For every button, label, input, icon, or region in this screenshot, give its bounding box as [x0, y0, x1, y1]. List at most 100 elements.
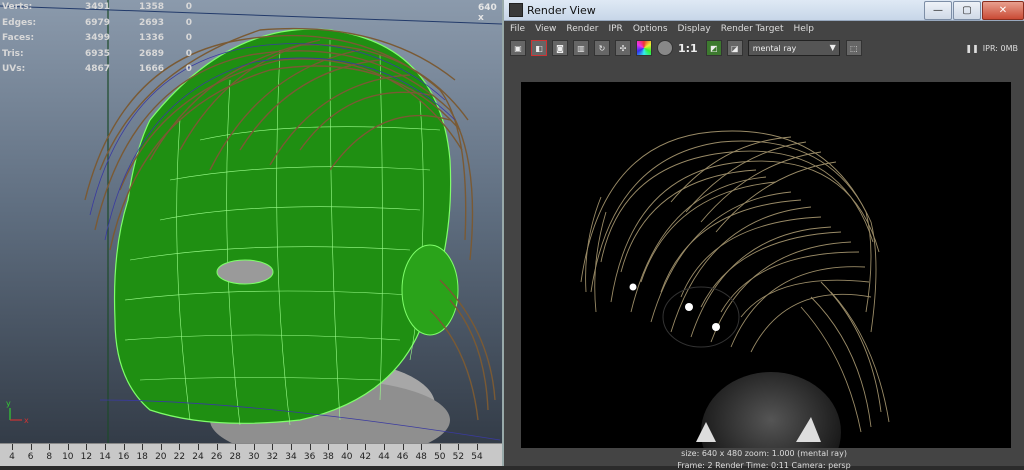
refresh-icon[interactable]: ↻: [594, 40, 610, 56]
time-slider-ticks: 4 6 8 10 12 14 16 18 20 22 24 26 28 30 32 34 36 38 40 42 44 4…: [0, 444, 502, 466]
time-slider-tick: [12, 444, 13, 450]
redo-render-icon[interactable]: ▣: [510, 40, 526, 56]
stat-row-verts: Verts: 3491 1358 0: [2, 0, 192, 16]
stat-value: 0: [185, 33, 192, 43]
stat-value: 1666: [138, 64, 164, 74]
stat-row-tris: Tris: 6935 2689 0: [2, 47, 192, 63]
modeling-viewport[interactable]: y x Verts: 3491 1358 0 Edges: 6979 2693 …: [0, 0, 504, 466]
time-slider-tick-label: 28: [229, 452, 241, 462]
ipr-memory: ❚❚ IPR: 0MB: [965, 44, 1018, 53]
time-slider-tick: [49, 444, 51, 450]
time-slider-tick-label: 20: [155, 452, 167, 462]
time-slider-tick-label: 12: [80, 452, 93, 462]
menu-view[interactable]: View: [535, 24, 556, 34]
time-slider-tick-label: 8: [46, 452, 53, 462]
alpha-channel-icon[interactable]: [657, 40, 673, 56]
time-slider-tick: [309, 444, 311, 450]
menu-options[interactable]: Options: [633, 24, 668, 34]
render-canvas-area[interactable]: size: 640 x 480 zoom: 1.000 (mental ray)…: [504, 59, 1024, 470]
pause-icon[interactable]: ❚❚: [965, 44, 978, 53]
stat-value: 0: [185, 2, 192, 12]
menu-bar: File View Render IPR Options Display Ren…: [504, 21, 1024, 37]
stat-value: 4867: [84, 64, 110, 74]
time-slider-tick-label: 30: [248, 452, 260, 462]
menu-render[interactable]: Render: [566, 24, 598, 34]
time-slider-tick: [105, 444, 106, 450]
time-slider-tick-label: 14: [99, 452, 111, 462]
stat-value: 0: [185, 64, 192, 74]
head-mesh: [113, 28, 452, 424]
ipr-render-icon[interactable]: ▥: [573, 40, 589, 56]
time-slider-tick-label: 38: [322, 452, 334, 462]
stat-value: 0: [185, 17, 192, 28]
time-slider[interactable]: 4 6 8 10 12 14 16 18 20 22 24 26 28 30 32 34 36 38 40 42 44 4…: [0, 443, 502, 466]
close-button[interactable]: ✕: [982, 1, 1024, 20]
time-slider-tick: [235, 444, 237, 450]
render-toolbar: ▣ ◧ ◙ ▥ ↻ ✣ 1:1 ◩ ◪ mental ray ▼ ⬚ ❚❚ IP…: [504, 37, 1024, 60]
window-controls: — ▢ ✕: [923, 1, 1024, 20]
menu-file[interactable]: File: [510, 24, 525, 34]
render-queue-icon[interactable]: ⬚: [845, 40, 862, 56]
render-region-icon[interactable]: ◧: [531, 40, 547, 56]
time-slider-tick: [67, 444, 69, 450]
rendered-image: [521, 82, 1011, 448]
render-info-line: size: 640 x 480 zoom: 1.000 (mental ray): [681, 449, 847, 458]
rendered-face-outline: [662, 286, 740, 348]
time-slider-tick-label: 50: [434, 452, 446, 462]
chevron-down-icon: ▼: [829, 43, 836, 52]
stat-label: Faces:: [2, 33, 35, 43]
time-slider-tick: [421, 444, 423, 450]
time-slider-tick-label: 26: [210, 452, 223, 462]
snapshot-icon[interactable]: ◙: [552, 40, 568, 56]
stat-value: 6935: [84, 48, 110, 59]
time-slider-tick: [30, 444, 32, 450]
rgb-channels-icon[interactable]: [636, 40, 652, 56]
render-settings-icon[interactable]: ✣: [615, 40, 631, 56]
time-slider-tick: [402, 444, 404, 450]
time-slider-tick-label: 36: [303, 452, 316, 462]
rendered-image-art: [580, 130, 890, 448]
time-slider-tick-label: 52: [452, 452, 465, 462]
time-slider-tick: [253, 444, 255, 450]
time-slider-tick: [458, 444, 460, 450]
eye-socket: [216, 259, 274, 285]
time-slider-tick-label: 46: [396, 452, 409, 462]
time-slider-tick: [346, 444, 348, 450]
display-settings-icon[interactable]: ◩: [705, 40, 722, 56]
stat-value: 2689: [138, 48, 164, 59]
time-slider-tick: [272, 444, 274, 450]
axis-label-x: x: [24, 416, 29, 425]
menu-ipr[interactable]: IPR: [608, 24, 622, 34]
renderer-select[interactable]: mental ray ▼: [747, 40, 840, 56]
stat-value: 3491: [84, 2, 110, 12]
time-slider-tick-label: 40: [341, 452, 353, 462]
axis-label-y: y: [6, 399, 11, 408]
exposure-icon[interactable]: ◪: [726, 40, 743, 56]
menu-render-target[interactable]: Render Target: [721, 24, 784, 34]
rendered-collar: [701, 372, 841, 448]
time-slider-tick: [160, 444, 162, 450]
eye-highlight: [712, 323, 720, 331]
eye-highlight: [629, 283, 637, 291]
poly-count-hud: Verts: 3491 1358 0 Edges: 6979 2693 0 Fa…: [2, 0, 192, 78]
maximize-button[interactable]: ▢: [953, 1, 981, 20]
menu-help[interactable]: Help: [793, 24, 814, 34]
minimize-button[interactable]: —: [924, 1, 952, 20]
time-slider-tick-label: 42: [359, 452, 372, 462]
time-slider-tick: [384, 444, 385, 450]
time-slider-tick-label: 48: [415, 452, 427, 462]
time-slider-tick-label: 24: [192, 452, 204, 462]
time-slider-tick: [198, 444, 199, 450]
stat-value: 1358: [138, 2, 164, 12]
real-size-button[interactable]: 1:1: [678, 42, 698, 55]
time-slider-tick: [142, 444, 144, 450]
render-view-window[interactable]: Render View — ▢ ✕ File View Render IPR O…: [504, 0, 1024, 470]
window-title: Render View: [527, 3, 596, 17]
menu-display[interactable]: Display: [678, 24, 711, 34]
time-slider-tick: [86, 444, 88, 450]
time-slider-tick-label: 10: [62, 452, 74, 462]
stat-value: 2693: [138, 17, 164, 28]
time-slider-tick-label: 6: [27, 452, 34, 462]
time-slider-tick-label: 18: [136, 452, 148, 462]
window-titlebar[interactable]: Render View — ▢ ✕: [504, 0, 1024, 21]
